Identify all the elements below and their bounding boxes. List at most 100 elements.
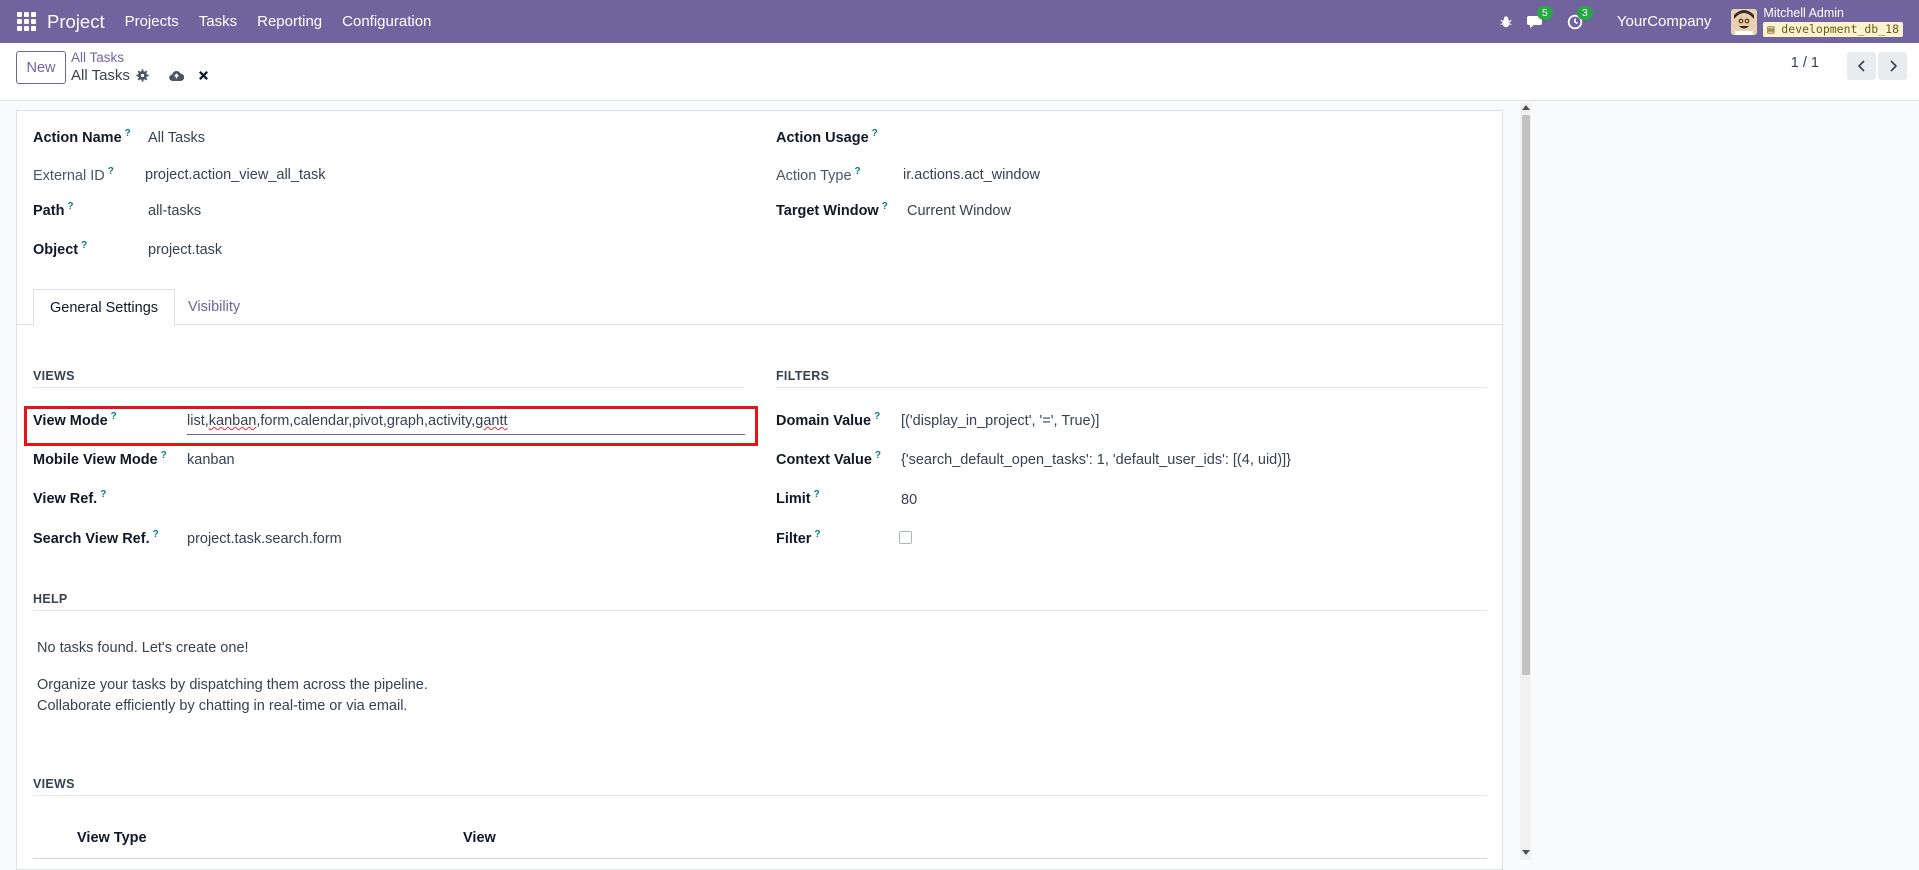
- views-divider: [33, 387, 745, 388]
- help-tooltip-icon[interactable]: ?: [111, 411, 117, 422]
- systray: 5 3 YourCompany Mitchell Admin ▤ develop…: [1499, 0, 1919, 43]
- views-table-divider: [33, 795, 1487, 796]
- column-header-view[interactable]: View: [463, 830, 496, 846]
- context-value-label: Context Value?: [776, 450, 881, 468]
- action-type-field: ir.actions.act_window: [903, 167, 1041, 183]
- help-tooltip-icon[interactable]: ?: [81, 240, 87, 251]
- views-section-title: VIEWS: [33, 369, 75, 383]
- record-title: All Tasks: [71, 67, 130, 84]
- top-navbar: Project Projects Tasks Reporting Configu…: [0, 0, 1919, 43]
- control-panel: New All Tasks All Tasks 1 / 1: [0, 43, 1919, 101]
- action-usage-label: Action Usage?: [776, 128, 878, 146]
- domain-value-field[interactable]: [('display_in_project', '=', True)]: [901, 413, 1099, 429]
- view-mode-input-underline: [187, 434, 745, 435]
- scroll-up-arrow-icon[interactable]: [1522, 105, 1530, 110]
- apps-menu-icon[interactable]: [17, 11, 37, 32]
- menu-item-tasks[interactable]: Tasks: [189, 13, 247, 30]
- scroll-down-arrow-icon[interactable]: [1522, 850, 1530, 855]
- notebook-tabs: General Settings Visibility: [17, 289, 1502, 326]
- filters-section-title: FILTERS: [776, 369, 830, 383]
- target-window-field[interactable]: Current Window: [907, 203, 1011, 219]
- path-label: Path?: [33, 201, 74, 219]
- help-tooltip-icon[interactable]: ?: [814, 489, 820, 500]
- help-tooltip-icon[interactable]: ?: [814, 529, 820, 540]
- help-tooltip-icon[interactable]: ?: [875, 450, 881, 461]
- domain-value-label: Domain Value?: [776, 411, 881, 429]
- activities-count-badge: 3: [1576, 5, 1593, 20]
- help-tooltip-icon[interactable]: ?: [161, 450, 167, 461]
- help-tooltip-icon[interactable]: ?: [855, 166, 861, 177]
- save-cloud-icon[interactable]: [169, 70, 184, 82]
- mobile-view-mode-label: Mobile View Mode?: [33, 450, 167, 468]
- help-text-line[interactable]: Organize your tasks by dispatching them …: [37, 677, 428, 693]
- filter-label: Filter?: [776, 529, 821, 547]
- context-value-field[interactable]: {'search_default_open_tasks': 1, 'defaul…: [901, 452, 1291, 468]
- chevron-left-icon: [1857, 60, 1865, 72]
- breadcrumb-parent[interactable]: All Tasks: [71, 50, 124, 65]
- external-id-label: External ID?: [33, 166, 114, 184]
- scrollbar-thumb[interactable]: [1522, 115, 1530, 675]
- filters-divider: [776, 387, 1487, 388]
- menu-item-configuration[interactable]: Configuration: [332, 13, 441, 30]
- view-mode-input[interactable]: list,kanban,form,calendar,pivot,graph,ac…: [187, 413, 508, 429]
- limit-label: Limit?: [776, 489, 820, 507]
- help-text-heading[interactable]: No tasks found. Let's create one!: [37, 640, 249, 656]
- vertical-scrollbar[interactable]: [1520, 103, 1531, 860]
- pager-next-button[interactable]: [1878, 52, 1907, 80]
- messages-count-badge: 5: [1536, 5, 1553, 20]
- user-name: Mitchell Admin: [1763, 5, 1845, 20]
- database-name: development_db_18: [1781, 21, 1899, 36]
- form-sheet: Action Name? All Tasks External ID? proj…: [16, 110, 1503, 870]
- target-window-label: Target Window?: [776, 201, 888, 219]
- help-tooltip-icon[interactable]: ?: [874, 411, 880, 422]
- view-mode-label: View Mode?: [33, 411, 117, 429]
- help-tooltip-icon[interactable]: ?: [153, 529, 159, 540]
- app-brand[interactable]: Project: [47, 11, 105, 33]
- user-avatar[interactable]: [1731, 8, 1758, 35]
- discard-close-icon[interactable]: [198, 70, 209, 81]
- pager-buttons: [1845, 52, 1907, 80]
- view-ref-label: View Ref.?: [33, 489, 107, 507]
- record-title-row: All Tasks: [71, 67, 209, 84]
- tab-general-settings[interactable]: General Settings: [33, 289, 176, 326]
- views-table-title: VIEWS: [33, 777, 75, 791]
- limit-field[interactable]: 80: [901, 492, 917, 508]
- filter-checkbox[interactable]: [899, 531, 912, 544]
- menu-item-reporting[interactable]: Reporting: [247, 13, 332, 30]
- search-view-ref-label: Search View Ref.?: [33, 529, 159, 547]
- menu-item-projects[interactable]: Projects: [115, 13, 189, 30]
- path-field[interactable]: all-tasks: [148, 203, 201, 219]
- pager-value[interactable]: 1 / 1: [1791, 55, 1819, 71]
- chevron-right-icon: [1889, 60, 1897, 72]
- database-badge: ▤ development_db_18: [1763, 21, 1903, 37]
- column-header-view-type[interactable]: View Type: [77, 830, 147, 846]
- table-header-divider: [33, 858, 1487, 859]
- activities-clock-icon[interactable]: 3: [1567, 5, 1593, 30]
- help-tooltip-icon[interactable]: ?: [100, 489, 106, 500]
- user-menu[interactable]: Mitchell Admin ▤ development_db_18: [1763, 5, 1903, 37]
- mobile-view-mode-field[interactable]: kanban: [187, 452, 235, 468]
- main-menu: Projects Tasks Reporting Configuration: [115, 13, 442, 30]
- search-view-ref-field[interactable]: project.task.search.form: [187, 531, 342, 547]
- object-field[interactable]: project.task: [148, 242, 222, 258]
- help-tooltip-icon[interactable]: ?: [67, 201, 73, 212]
- object-label: Object?: [33, 240, 88, 258]
- gear-icon[interactable]: [136, 69, 149, 82]
- company-switcher[interactable]: YourCompany: [1617, 13, 1712, 30]
- pager-previous-button[interactable]: [1847, 52, 1876, 80]
- help-tooltip-icon[interactable]: ?: [882, 201, 888, 212]
- action-name-label: Action Name?: [33, 128, 131, 146]
- tab-visibility[interactable]: Visibility: [172, 289, 256, 326]
- help-tooltip-icon[interactable]: ?: [125, 128, 131, 139]
- action-type-label: Action Type?: [776, 166, 861, 184]
- help-tooltip-icon[interactable]: ?: [872, 128, 878, 139]
- help-tooltip-icon[interactable]: ?: [108, 166, 114, 177]
- database-icon: ▤: [1767, 21, 1775, 36]
- action-name-field[interactable]: All Tasks: [148, 130, 205, 146]
- messages-chat-icon[interactable]: 5: [1526, 5, 1553, 30]
- new-button[interactable]: New: [16, 51, 66, 84]
- debug-bug-icon[interactable]: [1499, 15, 1513, 29]
- external-id-field: project.action_view_all_task: [145, 167, 326, 183]
- help-text-line[interactable]: Collaborate efficiently by chatting in r…: [37, 698, 407, 714]
- help-divider: [33, 610, 1487, 611]
